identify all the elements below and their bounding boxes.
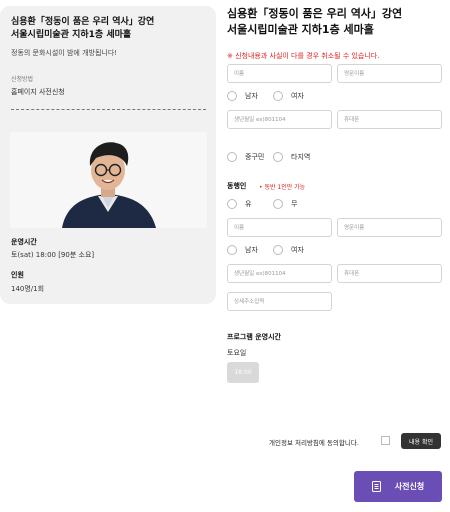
region-jung-gu-label: 중구민 [245,153,265,161]
phone-input[interactable] [337,110,442,129]
document-icon [371,481,381,492]
time-value: 토(sat) 18:00 [90분 소요] [11,251,95,259]
submit-button[interactable]: 사전신청 [354,471,442,502]
region-other-radio[interactable] [273,152,283,162]
region-jung-gu-radio[interactable] [227,152,237,162]
companion-no-label: 무 [291,200,298,208]
companion-note: • 동반 1인만 가능 [259,184,306,191]
capacity-label: 인원 [11,271,24,279]
capacity-value: 140명/1회 [11,285,45,293]
event-description: 정동의 문화시설이 밤에 개방됩니다! [11,49,118,57]
speaker-portrait-image [10,132,207,228]
form-title: 심용환「정동이 품은 우리 역사」강연 서울시립미술관 지하1층 세마홀 [227,6,442,38]
time-label: 운영시간 [11,238,37,246]
warning-text: ※ 신청내용과 사실이 다를 경우 취소될 수 있습니다. [227,52,380,60]
gender-male-option[interactable]: 남자 [227,91,258,101]
name-input[interactable] [227,64,332,83]
gender-male-label: 남자 [245,92,258,100]
companion-yes-option[interactable]: 유 [227,199,251,209]
companion-gender-female-label: 여자 [291,246,304,254]
privacy-agree-text: 개인정보 처리방침에 동의합니다. [269,439,359,447]
companion-english-name-input[interactable] [337,218,442,237]
companion-gender-male-option[interactable]: 남자 [227,245,258,255]
companion-no-option[interactable]: 무 [273,199,297,209]
english-name-input[interactable] [337,64,442,83]
companion-name-input[interactable] [227,218,332,237]
program-time-label: 프로그램 운영시간 [227,333,281,341]
event-title-line1: 심용환「정동이 품은 우리 역사」강연 [11,17,155,27]
companion-gender-female-radio[interactable] [273,245,283,255]
birthdate-input[interactable] [227,110,332,129]
form-title-line1: 심용환「정동이 품은 우리 역사」강연 [227,7,403,20]
companion-birthdate-input[interactable] [227,264,332,283]
event-title-line2: 서울시립미술관 지하1층 세마홀 [11,30,132,40]
companion-gender-male-radio[interactable] [227,245,237,255]
speaker-photo [10,132,207,228]
time-slot-button[interactable]: 18:00 [227,362,259,383]
program-day: 토요일 [227,349,247,357]
region-other-option[interactable]: 타지역 [273,152,310,162]
privacy-agree-checkbox[interactable] [381,436,390,445]
submit-button-label: 사전신청 [394,482,425,491]
companion-label: 동행인 [227,182,247,190]
gender-female-option[interactable]: 여자 [273,91,304,101]
method-label: 신청방법 [11,76,34,83]
region-other-label: 타지역 [291,153,311,161]
gender-male-radio[interactable] [227,91,237,101]
method-value: 홈페이지 사전신청 [11,88,65,96]
dashed-divider [11,109,206,110]
form-title-line2: 서울시립미술관 지하1층 세마홀 [227,23,374,36]
gender-female-radio[interactable] [273,91,283,101]
companion-yes-radio[interactable] [227,199,237,209]
companion-gender-male-label: 남자 [245,246,258,254]
address-detail-input[interactable] [227,292,332,311]
event-title: 심용환「정동이 품은 우리 역사」강연 서울시립미술관 지하1층 세마홀 [11,16,211,42]
companion-yes-label: 유 [245,200,252,208]
companion-gender-female-option[interactable]: 여자 [273,245,304,255]
gender-female-label: 여자 [291,92,304,100]
companion-phone-input[interactable] [337,264,442,283]
region-jung-gu-option[interactable]: 중구민 [227,152,264,162]
companion-no-radio[interactable] [273,199,283,209]
view-content-button[interactable]: 내용 확인 [401,433,441,449]
event-info-card: 심용환「정동이 품은 우리 역사」강연 서울시립미술관 지하1층 세마홀 정동의… [0,6,216,304]
